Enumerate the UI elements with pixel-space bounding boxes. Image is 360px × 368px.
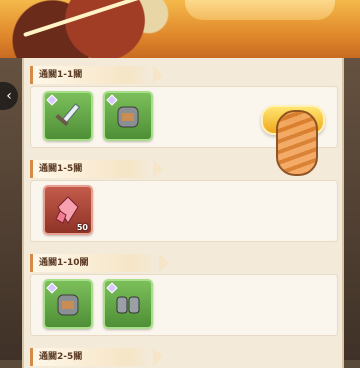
banner-title-art [185,0,335,20]
section-title: 通關1-1關 [39,70,83,80]
section-rewards-1-10 [30,274,338,336]
section-title: 通關1-5關 [39,164,83,174]
section-header-1-5: 通關1-5關 [30,160,163,178]
section-rewards-1-5: 50 [30,180,338,242]
section-title: 通關2-5關 [39,352,83,362]
section-title: 通關1-10關 [39,258,89,268]
hero-art [0,0,175,58]
section-header-1-10: 通關1-10關 [30,254,169,272]
boots-icon [116,296,140,314]
reward-item-sword[interactable] [43,91,93,141]
sword-icon [55,103,81,127]
reward-item-armor[interactable] [43,279,93,329]
item-quantity: 50 [76,223,88,232]
armor-icon [57,294,79,316]
reward-item-crystal[interactable]: 50 [43,185,93,235]
rewards-panel: 通關1-1關 領取 通關1-5關 50 [22,58,344,368]
armor-icon [117,106,139,128]
paw-pointer-icon [276,110,318,176]
reward-item-boots[interactable] [103,279,153,329]
section-header-2-5: 通關2-5關 [30,348,163,366]
event-banner [0,0,360,58]
section-header-1-1: 通關1-1關 [30,66,163,84]
crystal-icon [55,196,79,224]
reward-item-armor[interactable] [103,91,153,141]
